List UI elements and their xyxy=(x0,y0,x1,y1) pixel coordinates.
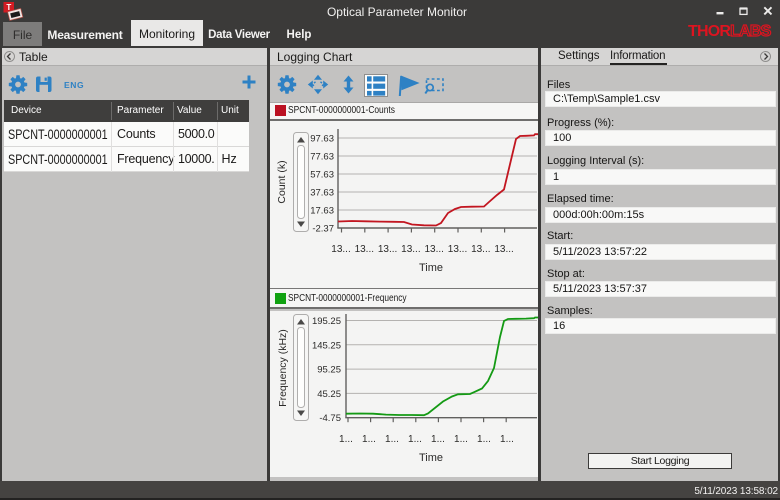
svg-text:77.63: 77.63 xyxy=(310,152,334,163)
svg-text:1...: 1... xyxy=(339,434,353,445)
svg-text:97.63: 97.63 xyxy=(310,134,334,145)
svg-text:195.25: 195.25 xyxy=(312,316,341,327)
svg-text:1...: 1... xyxy=(385,434,399,445)
svg-text:Time: Time xyxy=(419,262,443,274)
svg-text:ENG: ENG xyxy=(64,80,84,90)
svg-text:13...: 13... xyxy=(401,244,420,255)
svg-text:13...: 13... xyxy=(494,244,513,255)
svg-text:13...: 13... xyxy=(424,244,443,255)
svg-text:17.63: 17.63 xyxy=(310,206,334,217)
svg-text:13...: 13... xyxy=(378,244,397,255)
svg-text:13...: 13... xyxy=(471,244,490,255)
svg-text:1...: 1... xyxy=(362,434,376,445)
svg-text:13...: 13... xyxy=(355,244,374,255)
svg-text:45.25: 45.25 xyxy=(317,389,341,400)
svg-text:1...: 1... xyxy=(454,434,468,445)
svg-text:57.63: 57.63 xyxy=(310,170,334,181)
svg-text:1...: 1... xyxy=(431,434,445,445)
svg-text:145.25: 145.25 xyxy=(312,340,341,351)
svg-text:1...: 1... xyxy=(500,434,514,445)
svg-text:1...: 1... xyxy=(477,434,491,445)
svg-text:-2.37: -2.37 xyxy=(312,224,334,235)
svg-text:13...: 13... xyxy=(331,244,350,255)
svg-text:1...: 1... xyxy=(408,434,422,445)
svg-text:37.63: 37.63 xyxy=(310,188,334,199)
svg-text:13...: 13... xyxy=(448,244,467,255)
svg-text:Time: Time xyxy=(419,452,443,464)
svg-text:-4.75: -4.75 xyxy=(319,413,341,424)
svg-text:95.25: 95.25 xyxy=(317,365,341,376)
